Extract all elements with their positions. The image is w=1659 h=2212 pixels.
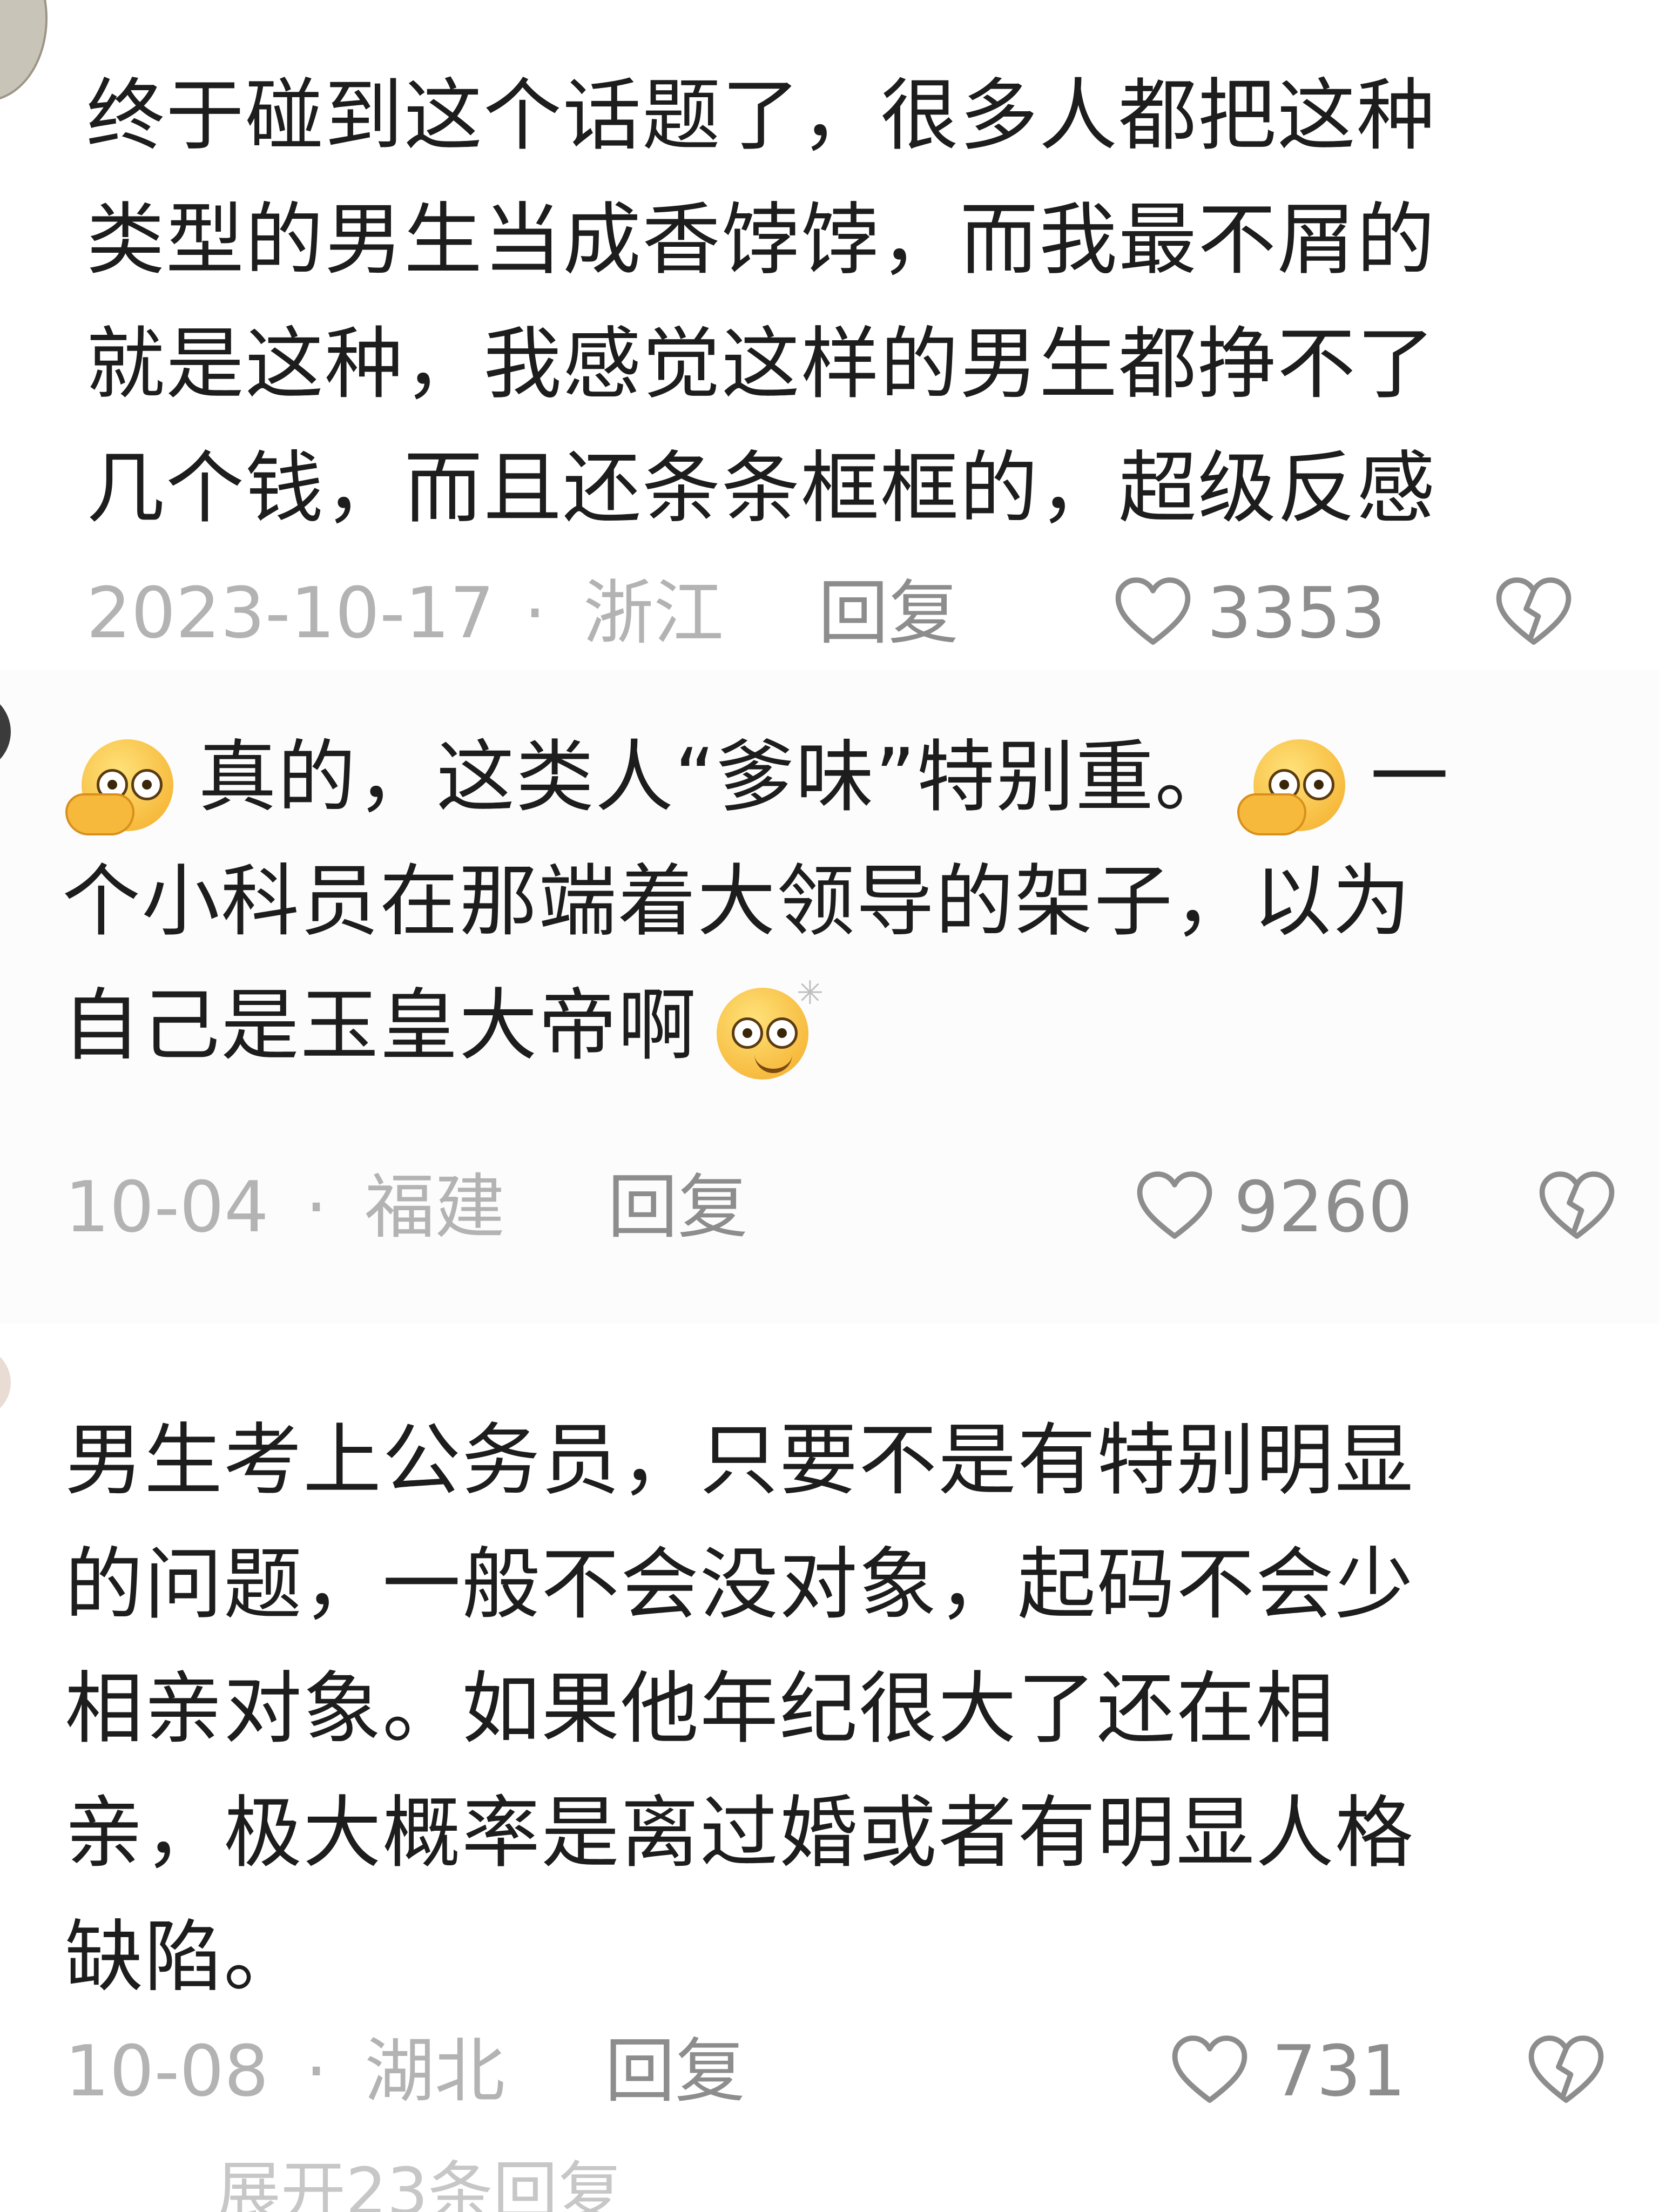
thinking-face-emoji [1237,729,1367,837]
reply-button[interactable]: 回复 [605,2031,745,2112]
avatar[interactable] [0,1345,11,1420]
comment-meta: 2023-10-17 · 浙江 回复 3353 [0,572,1659,653]
broken-heart-icon[interactable] [1496,577,1572,647]
comment-text: 真的，这类人“爹味”特别重。一 个小科员在那端着大领导的架子，以为 自己是玉皇大… [62,716,1628,1088]
comment-card: 男生考上公务员，只要不是有特别明显 的问题，一般不会没对象，起码不会少 相亲对象… [0,1323,1659,2212]
comment-date: 2023-10-17 [86,572,495,654]
comment-card: 终于碰到这个话题了，很多人都把这种 类型的男生当成香饽饽，而我最不屑的 就是这种… [0,0,1659,670]
dizzy-smile-emoji: ✳ [700,977,830,1085]
comment-meta: 10-04 · 福建 回复 9260 [0,1166,1659,1247]
comment-card: 真的，这类人“爹味”特别重。一 个小科员在那端着大领导的架子，以为 自己是玉皇大… [0,670,1659,1323]
expand-replies-button[interactable]: 展开23条回复 [216,2152,623,2212]
comment-date: 10-04 [65,1166,269,1248]
comment-region: 浙江 [583,572,724,654]
heart-outline-icon[interactable] [1137,1171,1212,1241]
comment-text-part: 真的，这类人“爹味”特别重。 [198,732,1235,823]
comment-meta: 10-08 · 湖北 回复 731 [0,2031,1659,2112]
like-count: 9260 [1234,1166,1413,1248]
thinking-face-emoji [65,729,195,837]
like-count: 731 [1272,2030,1406,2112]
broken-heart-icon[interactable] [1528,2035,1604,2105]
comment-region: 湖北 [365,2030,505,2112]
comment-region: 福建 [365,1166,505,1248]
reply-button[interactable]: 回复 [818,572,959,653]
broken-heart-icon[interactable] [1539,1171,1615,1241]
heart-outline-icon[interactable] [1115,577,1191,647]
meta-separator: · [524,572,547,654]
comment-text: 终于碰到这个话题了，很多人都把这种 类型的男生当成香饽饽，而我最不屑的 就是这种… [86,70,1436,534]
avatar[interactable] [0,0,48,102]
comment-text: 男生考上公务员，只要不是有特别明显 的问题，一般不会没对象，起码不会少 相亲对象… [65,1415,1414,2003]
like-count: 3353 [1207,572,1386,654]
comment-date: 10-08 [65,2030,269,2112]
reply-button[interactable]: 回复 [608,1166,748,1247]
heart-outline-icon[interactable] [1172,2035,1247,2105]
meta-separator: · [305,2030,328,2112]
meta-separator: · [305,1166,328,1248]
avatar[interactable] [0,691,11,772]
